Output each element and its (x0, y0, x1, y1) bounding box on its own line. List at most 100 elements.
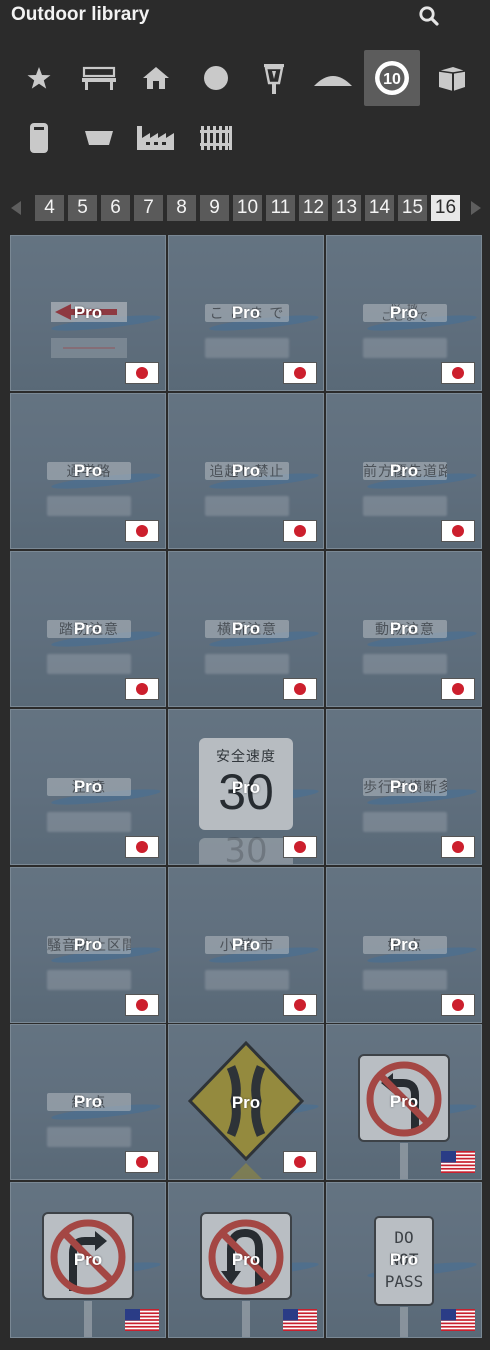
usa-flag (125, 1309, 159, 1332)
asset-tile[interactable]: 始 点 Pro (326, 867, 482, 1023)
asset-tile[interactable]: Pro (10, 1182, 166, 1338)
pro-badge: Pro (231, 778, 261, 797)
mound-icon[interactable] (305, 50, 361, 106)
usa-flag-icon (125, 1309, 159, 1332)
asset-tile[interactable]: Pro (326, 1024, 482, 1180)
asset-tile[interactable]: こ こ ま で Pro (168, 235, 324, 391)
japan-flag (441, 836, 475, 858)
page-button-13[interactable]: 13 (332, 195, 361, 221)
pro-badge: Pro (389, 619, 419, 638)
asset-tile[interactable]: 前方優先道路 Pro (326, 393, 482, 549)
pro-badge: Pro (231, 619, 261, 638)
pro-badge: Pro (73, 935, 103, 954)
page-button-4[interactable]: 4 (35, 195, 64, 221)
asset-tile[interactable]: Pro (168, 1182, 324, 1338)
page-button-6[interactable]: 6 (101, 195, 130, 221)
japan-flag-icon (125, 1151, 159, 1173)
asset-tile[interactable]: 終 点 Pro (10, 1024, 166, 1180)
pro-badge: Pro (231, 1250, 261, 1269)
pro-badge: Pro (73, 461, 103, 480)
japan-flag-icon (283, 994, 317, 1016)
japan-flag (125, 1151, 159, 1173)
pro-badge: Pro (73, 1250, 103, 1269)
speed-sign-icon[interactable]: 10 (364, 50, 420, 106)
pro-badge: Pro (73, 619, 103, 638)
page-button-14[interactable]: 14 (365, 195, 394, 221)
japan-flag (441, 362, 475, 384)
pro-badge: Pro (231, 303, 261, 322)
asset-tile[interactable]: 騒音防止区間 Pro (10, 867, 166, 1023)
factory-icon[interactable] (128, 110, 184, 166)
planter-icon[interactable] (71, 110, 127, 166)
asset-tile[interactable]: 踏切注意 Pro (10, 551, 166, 707)
page-button-5[interactable]: 5 (68, 195, 97, 221)
japan-flag-icon (283, 362, 317, 384)
page-button-15[interactable]: 15 (398, 195, 427, 221)
japan-flag-icon (283, 520, 317, 542)
pro-badge: Pro (389, 935, 419, 954)
house-icon[interactable] (128, 50, 184, 106)
asset-tile[interactable]: 通学路 Pro (10, 393, 166, 549)
japan-flag (283, 678, 317, 700)
japan-flag (125, 520, 159, 542)
japan-flag (125, 836, 159, 858)
japan-flag-icon (283, 836, 317, 858)
library-header: Outdoor library (0, 0, 490, 34)
triangle-left-icon[interactable] (6, 194, 26, 222)
page-button-7[interactable]: 7 (134, 195, 163, 221)
asset-tile[interactable]: 横断注意 Pro (168, 551, 324, 707)
pro-badge: Pro (389, 777, 419, 796)
asset-tile[interactable]: DO NOT PASS Pro (326, 1182, 482, 1338)
japan-flag (441, 678, 475, 700)
japan-flag (283, 362, 317, 384)
triangle-right-icon[interactable] (466, 194, 486, 222)
asset-tile[interactable]: 30 安全速度 30 Pro (168, 709, 324, 865)
asset-tile[interactable]: 注 意 Pro (10, 709, 166, 865)
bench-icon[interactable] (71, 50, 127, 106)
pro-badge: Pro (73, 1092, 103, 1111)
pro-badge: Pro (73, 303, 103, 322)
japan-flag-icon (441, 836, 475, 858)
usa-flag (441, 1151, 475, 1174)
street-lamp-icon[interactable] (246, 50, 302, 106)
search-icon[interactable] (418, 5, 442, 27)
pro-badge: Pro (389, 461, 419, 480)
usa-flag (283, 1309, 317, 1332)
asset-tile[interactable]: Pro (168, 1024, 324, 1180)
asset-tile[interactable]: 追越し禁止 Pro (168, 393, 324, 549)
asset-tile[interactable]: 動物注意 Pro (326, 551, 482, 707)
asset-tile[interactable]: Pro (10, 235, 166, 391)
page-button-12[interactable]: 12 (299, 195, 328, 221)
japan-flag (441, 520, 475, 542)
star-icon[interactable] (11, 50, 67, 106)
page-button-8[interactable]: 8 (167, 195, 196, 221)
box-icon[interactable] (424, 50, 480, 106)
usa-flag-icon (441, 1309, 475, 1332)
japan-flag (125, 678, 159, 700)
asset-tile[interactable]: 区 域 ここまで Pro (326, 235, 482, 391)
pro-badge: Pro (389, 1092, 419, 1111)
japan-flag-icon (125, 994, 159, 1016)
pro-badge: Pro (389, 1250, 419, 1269)
page-button-16-current[interactable]: 16 (431, 195, 460, 221)
page-button-9[interactable]: 9 (200, 195, 229, 221)
asset-tile[interactable]: 歩行者横断多しPro (326, 709, 482, 865)
japan-flag-icon (125, 520, 159, 542)
page-navigator: 4 5 6 7 8 9 10 11 12 13 14 15 16 (0, 194, 490, 222)
library-title: Outdoor library (11, 4, 150, 25)
page-button-10[interactable]: 10 (233, 195, 262, 221)
japan-flag-icon (441, 994, 475, 1016)
circle-icon[interactable] (188, 50, 244, 106)
pro-badge: Pro (73, 777, 103, 796)
asset-tile[interactable]: 小 諸 市 Pro (168, 867, 324, 1023)
bin-icon[interactable] (11, 110, 67, 166)
pro-badge: Pro (231, 461, 261, 480)
page-button-11[interactable]: 11 (266, 195, 295, 221)
pro-badge: Pro (389, 303, 419, 322)
japan-flag-icon (441, 678, 475, 700)
fence-icon[interactable] (188, 110, 244, 166)
japan-flag-icon (283, 678, 317, 700)
usa-flag-icon (283, 1309, 317, 1332)
japan-flag (283, 1151, 317, 1173)
japan-flag (441, 994, 475, 1016)
